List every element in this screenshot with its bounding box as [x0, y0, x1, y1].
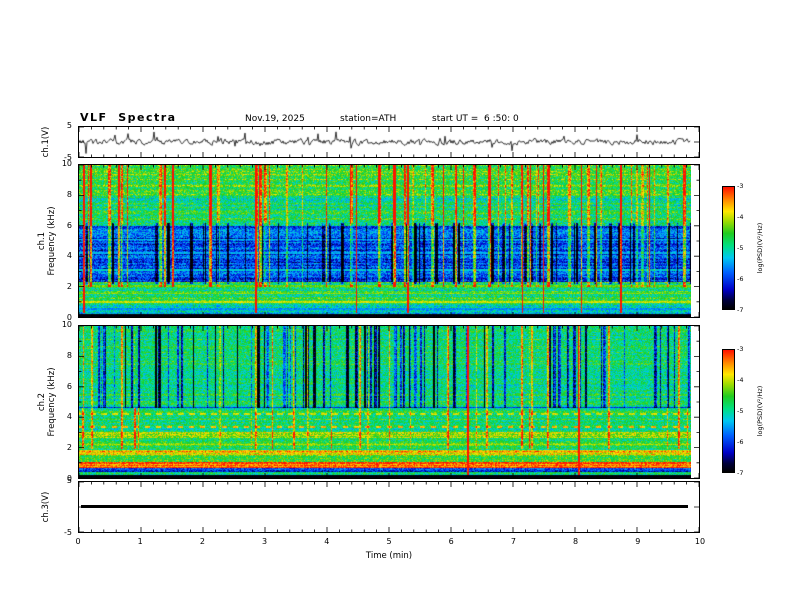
- ch1-voltage-axis-label: ch.1(V): [41, 126, 51, 158]
- ch2-frequency-axis-label: ch.2 Frequency (kHz): [37, 367, 57, 436]
- x-tick-label: 3: [262, 537, 268, 546]
- y-tick-label: 8: [66, 189, 72, 199]
- ch1-frequency-axis-label-line2: Frequency (kHz): [47, 206, 57, 276]
- ch2-spectrogram-canvas: [79, 326, 691, 478]
- y-tick-label: 6: [66, 220, 72, 230]
- y-tick-label: 4: [66, 251, 72, 261]
- colorbar-ch1: [722, 186, 735, 310]
- y-tick-label: 10: [61, 159, 72, 168]
- y-tick-label: 4: [66, 412, 72, 422]
- x-tick-label: 7: [510, 537, 516, 546]
- x-tick-label: 6: [448, 537, 454, 546]
- x-tick-label: 4: [324, 537, 330, 546]
- x-tick-label: 2: [199, 537, 205, 546]
- x-tick-label: 5: [386, 537, 392, 546]
- colorbar-ch2-label: log(PSD)(V²/Hz): [756, 385, 764, 437]
- colorbar-tick-label: -3: [737, 182, 744, 190]
- colorbar-tick-label: -5: [737, 244, 744, 252]
- colorbar-tick-label: -4: [737, 213, 744, 221]
- ch2-frequency-axis-label-line1: ch.2: [37, 392, 47, 412]
- colorbar-tick-label: -4: [737, 376, 744, 384]
- x-axis-title: Time (min): [365, 551, 413, 561]
- y-tick-label: 5: [66, 476, 72, 485]
- plot-title: VLF Spectra: [80, 111, 177, 124]
- colorbar-tick-label: -7: [737, 306, 744, 314]
- ch1-frequency-axis-label: ch.1 Frequency (kHz): [37, 206, 57, 275]
- y-tick-label: 2: [66, 443, 72, 453]
- ch3-flat-line: [81, 505, 688, 508]
- ch2-spectrogram-panel: [78, 325, 700, 479]
- x-tick-label: 8: [573, 537, 579, 546]
- colorbar-tick-label: -5: [737, 407, 744, 415]
- ch2-frequency-axis-label-line2: Frequency (kHz): [47, 367, 57, 437]
- y-tick-label: 8: [66, 350, 72, 360]
- x-tick-label: 9: [635, 537, 641, 546]
- colorbar-tick-label: -7: [737, 469, 744, 477]
- colorbar-tick-label: -6: [737, 275, 744, 283]
- y-tick-label: 10: [61, 320, 72, 329]
- y-tick-label: 2: [66, 282, 72, 292]
- colorbar-ch2: [722, 349, 735, 473]
- y-tick-label: 5: [66, 121, 72, 130]
- start-ut-label: start UT = 6 :50: 0: [432, 114, 519, 124]
- ch1-waveform-canvas: [79, 127, 691, 157]
- ch1-spectrogram-panel: [78, 164, 700, 318]
- x-tick-label: 10: [694, 537, 706, 546]
- ch1-spectrogram-canvas: [79, 165, 691, 317]
- ch3-voltage-axis-label: ch.3(V): [41, 491, 51, 523]
- colorbar-tick-label: -3: [737, 345, 744, 353]
- x-tick-label: 1: [137, 537, 143, 546]
- y-tick-label: 6: [66, 381, 72, 391]
- ch3-waveform-panel: [78, 481, 700, 533]
- x-tick-label: 0: [75, 537, 81, 546]
- ch1-frequency-axis-label-line1: ch.1: [37, 231, 47, 251]
- y-tick-label: -5: [64, 528, 72, 537]
- date-label: Nov.19, 2025: [245, 114, 305, 124]
- vlf-spectra-figure: VLF Spectra Nov.19, 2025 station=ATH sta…: [0, 0, 792, 612]
- ch1-waveform-panel: [78, 126, 700, 158]
- station-label: station=ATH: [340, 114, 397, 124]
- colorbar-tick-label: -6: [737, 438, 744, 446]
- colorbar-ch1-label: log(PSD)(V²/Hz): [756, 222, 764, 274]
